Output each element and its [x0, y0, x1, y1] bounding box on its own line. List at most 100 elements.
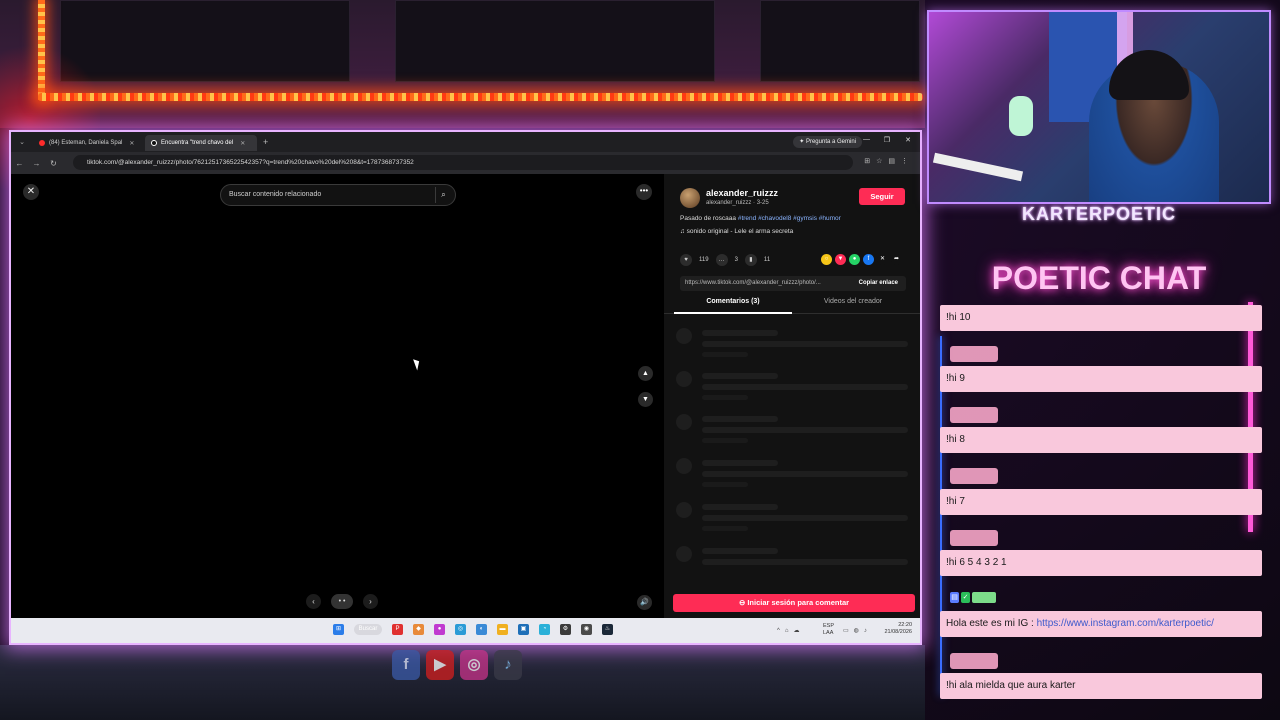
bookmark-icon[interactable]: ▮ — [744, 254, 757, 266]
comment-skeleton — [676, 458, 912, 498]
clock[interactable]: 22:20 21/08/2026 — [884, 622, 912, 636]
tiktok-icon — [151, 140, 157, 146]
tab-youtube[interactable]: (84) Esteman, Daniela Spal ✕ — [33, 135, 145, 151]
network-volume-icons[interactable]: ▭◍♪ — [843, 627, 872, 634]
heart-icon[interactable]: ♥ — [680, 254, 692, 266]
related-search-input[interactable]: Buscar contenido relacionado ⌕ — [220, 184, 456, 206]
chat-username-tag — [972, 592, 996, 603]
chevron-up-icon: ▲ — [642, 370, 649, 377]
taskbar-search[interactable]: Buscar — [354, 624, 382, 635]
post-details-panel: alexander_ruizzz alexander_ruizzz · 3-25… — [664, 174, 920, 618]
next-video-button[interactable]: ▼ — [638, 392, 653, 407]
description-text: Pasado de roscaaa — [680, 215, 738, 222]
clock-time: 22:20 — [898, 622, 912, 628]
avatar[interactable] — [680, 188, 700, 208]
youtube-logo-icon: ▶ — [426, 650, 454, 680]
post-link-field[interactable]: https://www.tiktok.com/@alexander_ruizzz… — [680, 276, 906, 291]
steam-icon[interactable]: ♨ — [602, 624, 613, 635]
language-indicator[interactable]: ESP LAA — [823, 623, 834, 637]
system-tray-icons[interactable]: ^⌂☁ — [777, 627, 804, 634]
maximize-icon[interactable]: ❐ — [884, 136, 890, 144]
webcam-feed — [927, 10, 1271, 204]
close-viewer-button[interactable]: ✕ — [23, 184, 39, 200]
instagram-link[interactable]: https://www.instagram.com/karterpoetic/ — [1037, 618, 1214, 629]
app-icon[interactable]: ⚙ — [560, 624, 571, 635]
chat-badges: ▤ ✓ — [950, 592, 996, 603]
tab-list-icon[interactable]: ⌄ — [11, 138, 33, 146]
chat-message: !hi ala mielda que aura karter — [940, 673, 1262, 699]
chat-username-tag — [950, 653, 998, 669]
chat-message: !hi 6 5 4 3 2 1 — [940, 550, 1262, 576]
embed-icon[interactable]: ○ — [821, 254, 832, 265]
tab-comments[interactable]: Comentarios (3) — [674, 298, 792, 314]
login-to-comment-button[interactable]: ⊖ Iniciar sesión para comentar — [673, 594, 915, 612]
more-options-button[interactable]: ••• — [636, 184, 652, 200]
close-window-icon[interactable]: ✕ — [905, 136, 911, 144]
video-viewer[interactable]: ✕ Buscar contenido relacionado ⌕ ••• ▲ ▼… — [11, 174, 664, 618]
back-icon[interactable]: ← — [11, 159, 28, 168]
room-background — [0, 0, 925, 128]
copy-link-button[interactable]: Copiar enlace — [854, 276, 898, 291]
volume-button[interactable]: 🔊 — [637, 595, 652, 610]
app-icon[interactable]: ● — [434, 624, 445, 635]
close-tab-icon[interactable]: ✕ — [240, 140, 245, 147]
post-username[interactable]: alexander_ruizzz — [706, 188, 778, 198]
led-strip — [38, 93, 923, 101]
comment-icon[interactable]: … — [715, 254, 728, 266]
url-input[interactable]: tiktok.com/@alexander_ruizzz/photo/76212… — [73, 155, 853, 170]
chat-message: !hi 9 — [940, 366, 1262, 392]
next-photo-button[interactable]: › — [363, 594, 378, 609]
windows-start-icon[interactable]: ⊞ — [333, 624, 344, 635]
app-icon[interactable]: ◐ — [476, 624, 487, 635]
share-arrow-icon[interactable]: ➦ — [891, 254, 902, 265]
reload-icon[interactable]: ↻ — [45, 159, 62, 168]
led-strip-vertical — [38, 0, 45, 100]
minimize-icon[interactable]: — — [863, 136, 870, 143]
extension-icons[interactable]: ⊞☆▤⋮ — [864, 157, 914, 165]
new-tab-icon[interactable]: + — [263, 137, 268, 147]
chat-username-tag — [950, 407, 998, 423]
file-explorer-icon[interactable]: ▬ — [497, 624, 508, 635]
room-panel — [60, 0, 350, 82]
chat-message-text: Hola este es mi IG : — [946, 618, 1037, 629]
post-link-text: https://www.tiktok.com/@alexander_ruizzz… — [685, 280, 821, 286]
streamer-name: KARTERPOETIC — [1021, 204, 1176, 224]
chat-username-tag — [950, 346, 998, 362]
gemini-label: Pregunta a Gemini — [805, 139, 856, 145]
tab-bar: ⌄ (84) Esteman, Daniela Spal ✕ Encuentra… — [11, 132, 920, 152]
app-icon[interactable]: ▣ — [518, 624, 529, 635]
search-icon[interactable]: ⌕ — [435, 187, 451, 203]
follow-button[interactable]: Seguir — [859, 188, 905, 205]
room-panel — [760, 0, 920, 82]
edge-icon[interactable]: ◔ — [539, 624, 550, 635]
ask-gemini-button[interactable]: ✦ Pregunta a Gemini — [793, 136, 862, 148]
pdf-app-icon[interactable]: P — [392, 624, 403, 635]
clock-date: 21/08/2026 — [884, 629, 912, 635]
url-text: tiktok.com/@alexander_ruizzz/photo/76212… — [87, 159, 414, 166]
address-bar-row: ← → ↻ tiktok.com/@alexander_ruizzz/photo… — [11, 152, 920, 174]
tab-label: Encuentra "trend chavo del — [161, 140, 234, 146]
previous-video-button[interactable]: ▲ — [638, 366, 653, 381]
chat-title: POETIC CHAT — [991, 260, 1207, 296]
tab-label: (84) Esteman, Daniela Spal — [49, 140, 123, 146]
microphone — [1009, 96, 1033, 136]
instagram-logo-icon: ◎ — [460, 650, 488, 680]
chrome-icon[interactable]: ◎ — [455, 624, 466, 635]
tab-creator-videos[interactable]: Videos del creador — [794, 298, 912, 305]
tab-tiktok[interactable]: Encuentra "trend chavo del ✕ — [145, 135, 257, 151]
social-logos: f ▶ ◎ ♪ — [392, 650, 522, 680]
comment-skeleton — [676, 414, 912, 454]
sound-link[interactable]: ♫ sonido original - Lele el arma secreta — [680, 228, 793, 235]
app-icon[interactable]: ◆ — [413, 624, 424, 635]
chrome-active-icon[interactable]: ◉ — [581, 624, 592, 635]
send-icon[interactable]: ▼ — [835, 254, 846, 265]
whatsapp-icon[interactable]: ● — [849, 254, 860, 265]
x-icon[interactable]: ✕ — [877, 254, 888, 265]
forward-icon[interactable]: → — [28, 159, 45, 168]
previous-photo-button[interactable]: ‹ — [306, 594, 321, 609]
hashtags[interactable]: #trend #chavodel8 #gymsis #humor — [738, 215, 841, 222]
close-tab-icon[interactable]: ✕ — [129, 140, 134, 147]
facebook-icon[interactable]: f — [863, 254, 874, 265]
like-count: 119 — [699, 257, 709, 263]
share-icons: ○ ▼ ● f ✕ ➦ — [821, 254, 902, 265]
